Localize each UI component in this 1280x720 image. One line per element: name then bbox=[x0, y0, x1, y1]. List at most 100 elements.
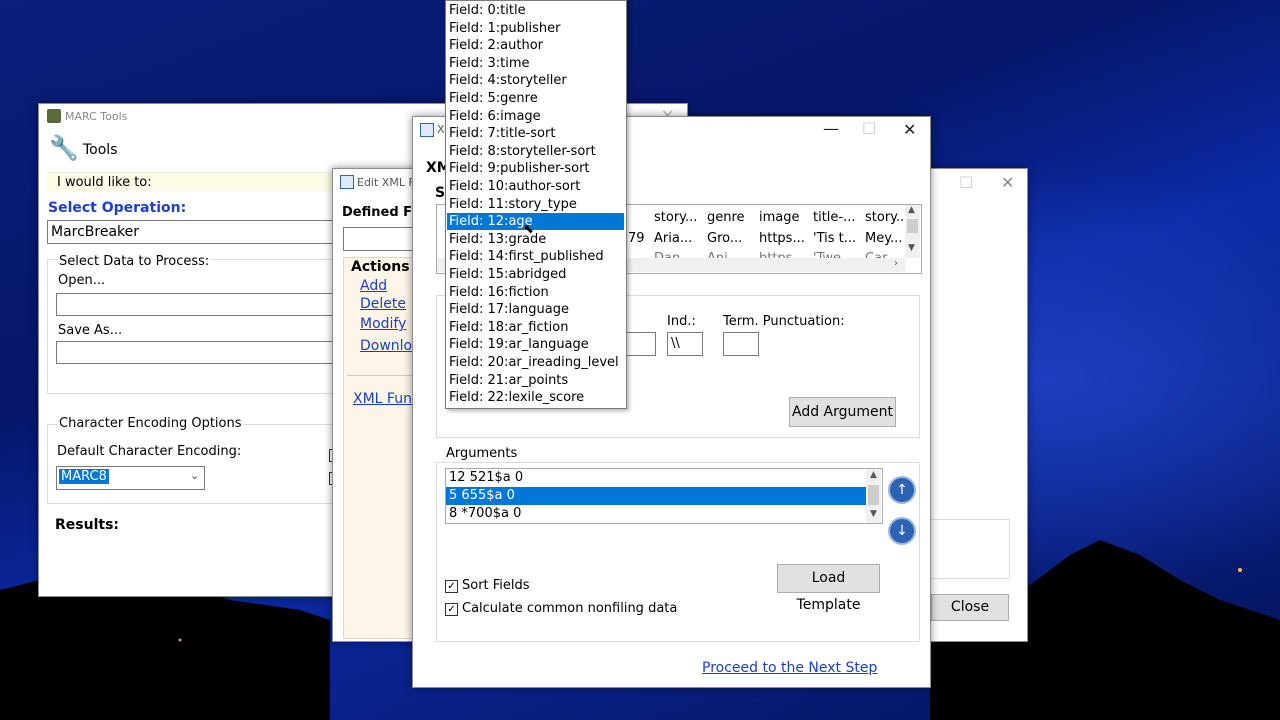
default-encoding-label: Default Character Encoding: bbox=[57, 444, 242, 459]
defined-functions-select[interactable] bbox=[343, 227, 418, 251]
save-as-input[interactable] bbox=[56, 341, 346, 364]
dropdown-item[interactable]: Field: 5:genre bbox=[447, 90, 624, 107]
encoding-select[interactable]: MARC8 ⌄ bbox=[56, 466, 205, 490]
dropdown-item[interactable]: Field: 19:ar_language bbox=[447, 336, 624, 353]
arguments-list[interactable]: 12 521$a 0 5 655$a 0 8 *700$a 0 ▲ ▼ bbox=[445, 468, 883, 524]
grid-cell[interactable]: Aria... bbox=[654, 231, 692, 246]
xml-dialog-icon bbox=[420, 123, 434, 137]
grid-prefix: 79 bbox=[628, 231, 645, 246]
actions-divider bbox=[347, 375, 417, 376]
scroll-up-icon[interactable]: ▲ bbox=[870, 470, 877, 480]
scroll-up-icon[interactable]: ▲ bbox=[908, 205, 915, 215]
dropdown-item[interactable]: Field: 15:abridged bbox=[447, 266, 624, 283]
tools-menu[interactable]: Tools bbox=[83, 142, 118, 158]
scroll-down-icon[interactable]: ▼ bbox=[908, 243, 915, 253]
edit-xml-window: Edit XML Fu Defined Fu Actions Add Delet… bbox=[332, 168, 419, 642]
scroll-right-icon[interactable]: › bbox=[894, 258, 898, 269]
indicator-input[interactable]: \\ bbox=[667, 332, 703, 356]
grid-header[interactable]: genre bbox=[707, 210, 745, 225]
proceed-next-step-link[interactable]: Proceed to the Next Step bbox=[702, 660, 877, 676]
dropdown-item[interactable]: Field: 1:publisher bbox=[447, 20, 624, 37]
grid-cell[interactable]: https... bbox=[759, 231, 805, 246]
arguments-label: Arguments bbox=[444, 446, 520, 461]
encoding-group bbox=[47, 424, 347, 504]
sort-fields-label: Sort Fields bbox=[462, 578, 530, 593]
dropdown-item[interactable]: Field: 3:time bbox=[447, 55, 624, 72]
scroll-down-icon[interactable]: ▼ bbox=[870, 509, 877, 519]
term-punctuation-input[interactable] bbox=[723, 332, 759, 356]
dropdown-item[interactable]: Field: 9:publisher-sort bbox=[447, 160, 624, 177]
arguments-scroll-thumb[interactable] bbox=[868, 485, 879, 505]
load-template-button[interactable]: Load Template bbox=[777, 564, 880, 613]
mouse-cursor-icon: ⬉ bbox=[523, 222, 534, 237]
list-item[interactable]: 8 *700$a 0 bbox=[446, 505, 866, 523]
dropdown-item[interactable]: Field: 17:language bbox=[447, 301, 624, 318]
defined-functions-label: Defined Fu bbox=[342, 205, 419, 220]
grid-header[interactable]: image bbox=[759, 210, 800, 225]
grid-cell[interactable]: Mey... bbox=[865, 231, 902, 246]
actions-heading: Actions bbox=[351, 259, 410, 275]
move-up-button[interactable]: ↑ bbox=[888, 476, 916, 504]
maximize-icon[interactable]: ☐ bbox=[959, 173, 973, 192]
chevron-down-icon: ⌄ bbox=[190, 469, 200, 482]
indicator-label: Ind.: bbox=[667, 314, 696, 329]
grid-cell[interactable]: 'Tis t... bbox=[813, 231, 856, 246]
grid-scroll-thumb[interactable] bbox=[907, 219, 918, 233]
select-operation-label: Select Operation: bbox=[48, 200, 187, 216]
wrench-icon: 🔧 bbox=[49, 134, 79, 162]
dropdown-item[interactable]: Field: 4:storyteller bbox=[447, 72, 624, 89]
grid-header[interactable]: story.. bbox=[865, 210, 904, 225]
dropdown-item[interactable]: Field: 2:author bbox=[447, 37, 624, 54]
dropdown-item[interactable]: Field: 6:image bbox=[447, 108, 624, 125]
dropdown-item[interactable]: Field: 11:story_type bbox=[447, 196, 624, 213]
dropdown-item[interactable]: Field: 21:ar_points bbox=[447, 372, 624, 389]
close-button[interactable]: Close bbox=[931, 594, 1009, 621]
dropdown-item[interactable]: Field: 8:storyteller-sort bbox=[447, 143, 624, 160]
list-item-selected[interactable]: 5 655$a 0 bbox=[446, 487, 866, 505]
list-item[interactable]: 12 521$a 0 bbox=[446, 469, 866, 487]
close-icon[interactable]: ✕ bbox=[1001, 173, 1014, 192]
xml-dialog-title: X bbox=[437, 123, 445, 136]
actions-panel bbox=[343, 257, 418, 639]
app-icon bbox=[47, 109, 61, 123]
dialog-subheading: S bbox=[435, 185, 446, 201]
minimize-icon[interactable]: — bbox=[823, 119, 839, 138]
dropdown-item[interactable]: Field: 20:ar_ireading_level bbox=[447, 354, 624, 371]
sort-fields-checkbox[interactable]: ✓ bbox=[445, 580, 458, 593]
delete-link[interactable]: Delete bbox=[360, 296, 406, 312]
operation-input[interactable]: MarcBreaker bbox=[47, 220, 347, 244]
dropdown-item-selected[interactable]: Field: 12:age bbox=[447, 213, 624, 231]
edit-xml-title: Edit XML Fu bbox=[357, 176, 419, 189]
close-icon[interactable]: ✕ bbox=[903, 120, 916, 139]
modify-link[interactable]: Modify bbox=[360, 316, 406, 332]
xml-functions-link[interactable]: XML Func bbox=[353, 391, 418, 407]
open-label: Open... bbox=[58, 273, 106, 288]
add-argument-button[interactable]: Add Argument bbox=[789, 397, 896, 427]
add-link[interactable]: Add bbox=[360, 278, 387, 294]
field-dropdown-list[interactable]: Field: 0:title Field: 1:publisher Field: 2… bbox=[445, 0, 627, 409]
marc-tools-title: MARC Tools bbox=[65, 110, 128, 123]
download-link[interactable]: Downloa bbox=[360, 338, 418, 354]
dropdown-item[interactable]: Field: 13:grade bbox=[447, 231, 624, 248]
results-label: Results: bbox=[55, 517, 119, 533]
term-punctuation-label: Term. Punctuation: bbox=[723, 314, 845, 329]
open-input[interactable] bbox=[56, 293, 346, 316]
dropdown-item[interactable]: Field: 22:lexile_score bbox=[447, 389, 624, 406]
dropdown-item[interactable]: Field: 14:first_published bbox=[447, 248, 624, 265]
calc-nonfiling-checkbox[interactable]: ✓ bbox=[445, 603, 458, 616]
select-data-label: Select Data to Process: bbox=[57, 254, 212, 269]
save-as-label: Save As... bbox=[58, 323, 123, 338]
grid-header[interactable]: story... bbox=[654, 210, 697, 225]
dropdown-item[interactable]: Field: 0:title bbox=[447, 2, 624, 19]
grid-header[interactable]: title-... bbox=[813, 210, 856, 225]
dropdown-item[interactable]: Field: 10:author-sort bbox=[447, 178, 624, 195]
encoding-group-label: Character Encoding Options bbox=[57, 416, 244, 431]
xml-icon bbox=[340, 175, 354, 189]
maximize-icon[interactable]: ☐ bbox=[862, 119, 876, 138]
dropdown-item[interactable]: Field: 18:ar_fiction bbox=[447, 319, 624, 336]
dropdown-item[interactable]: Field: 16:fiction bbox=[447, 284, 624, 301]
tag-input[interactable] bbox=[626, 332, 656, 356]
dropdown-item[interactable]: Field: 7:title-sort bbox=[447, 125, 624, 142]
move-down-button[interactable]: ↓ bbox=[888, 517, 916, 545]
grid-cell[interactable]: Gro... bbox=[707, 231, 742, 246]
